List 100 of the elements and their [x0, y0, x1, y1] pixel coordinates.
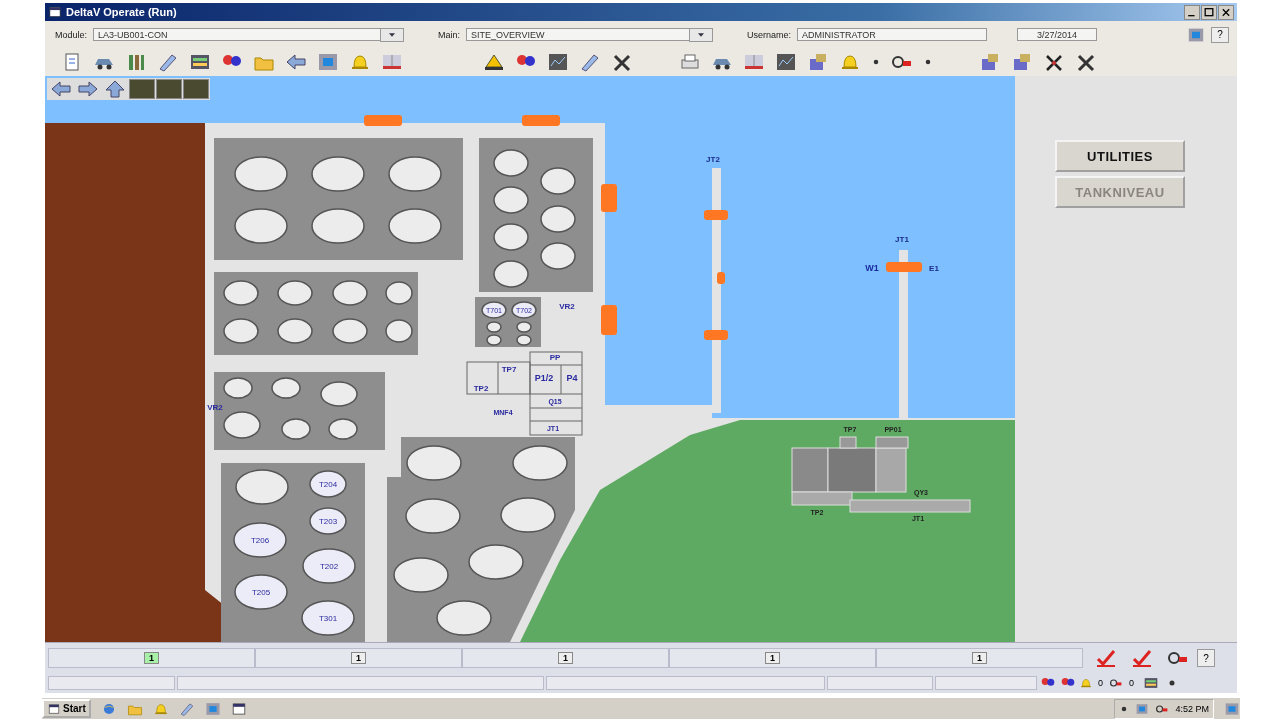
storage-tank[interactable]: [493, 260, 529, 288]
storage-tank[interactable]: [385, 281, 413, 305]
berth-marker[interactable]: [704, 330, 728, 340]
storage-tank[interactable]: [223, 280, 259, 306]
storage-tank[interactable]: [332, 318, 368, 344]
warning-icon[interactable]: [483, 52, 505, 72]
storage-tank[interactable]: [223, 377, 253, 399]
close-icon[interactable]: [1218, 4, 1234, 20]
screen-thumbnail[interactable]: [129, 79, 155, 99]
storage-tank[interactable]: [468, 544, 524, 580]
maximize-icon[interactable]: [1201, 4, 1217, 20]
chart-icon[interactable]: [547, 52, 569, 72]
monitor-icon[interactable]: [1187, 26, 1205, 43]
storage-tank[interactable]: [309, 470, 347, 498]
storage-tank[interactable]: [516, 321, 532, 333]
cube-icon[interactable]: [979, 52, 1001, 72]
berth-marker[interactable]: [364, 115, 402, 126]
storage-tank[interactable]: [511, 301, 537, 319]
storage-tank[interactable]: [309, 507, 347, 535]
storage-tank[interactable]: [388, 156, 442, 192]
berth-marker[interactable]: [601, 184, 617, 212]
berth-marker[interactable]: [522, 115, 560, 126]
bell-icon[interactable]: [1079, 677, 1093, 689]
storage-tank[interactable]: [385, 319, 413, 343]
minimize-icon[interactable]: [1184, 4, 1200, 20]
tools-icon[interactable]: [1075, 52, 1097, 72]
storage-tank[interactable]: [406, 445, 462, 481]
navigation-button[interactable]: UTILITIES: [1055, 140, 1185, 172]
storage-tank[interactable]: [277, 318, 313, 344]
cube-icon[interactable]: [1011, 52, 1033, 72]
printer-icon[interactable]: [679, 52, 701, 72]
berth-marker[interactable]: [704, 210, 728, 220]
cube-icon[interactable]: [807, 52, 829, 72]
berth-marker[interactable]: [886, 262, 922, 272]
storage-tank[interactable]: [512, 445, 568, 481]
pen-icon[interactable]: [178, 700, 195, 717]
storage-tank[interactable]: [233, 522, 287, 558]
start-button[interactable]: Start: [42, 699, 91, 718]
storage-tank[interactable]: [332, 280, 368, 306]
storage-tank[interactable]: [486, 321, 502, 333]
alarm-slot[interactable]: 1: [255, 648, 462, 668]
alarm-slot[interactable]: 1: [48, 648, 255, 668]
storage-tank[interactable]: [540, 167, 576, 195]
input-field[interactable]: ADMINISTRATOR: [797, 28, 988, 41]
storage-tank[interactable]: [281, 418, 311, 440]
storage-tank[interactable]: [271, 377, 301, 399]
map-label: E1: [929, 264, 939, 273]
storage-tank[interactable]: [234, 156, 288, 192]
storage-tank[interactable]: [500, 497, 556, 533]
storage-tank[interactable]: [486, 334, 502, 346]
arrow-left-icon[interactable]: [285, 52, 307, 72]
alarm-slot[interactable]: 1: [669, 648, 876, 668]
screen-thumbnail[interactable]: [183, 79, 209, 99]
storage-tank[interactable]: [436, 600, 492, 636]
storage-tank[interactable]: [540, 242, 576, 270]
storage-tank[interactable]: [301, 600, 355, 636]
counter: 0: [1128, 678, 1136, 688]
storage-tank[interactable]: [388, 208, 442, 244]
berth-marker[interactable]: [601, 305, 617, 335]
window-icon[interactable]: [230, 700, 247, 717]
dot-icon[interactable]: [923, 57, 933, 67]
screen-thumbnail[interactable]: [156, 79, 182, 99]
storage-tank[interactable]: [320, 381, 358, 407]
cross-icon[interactable]: [1043, 52, 1065, 72]
storage-tank[interactable]: [493, 149, 529, 177]
alarm-count: 1: [144, 652, 159, 664]
input-field[interactable]: LA3-UB001-CON: [93, 28, 382, 41]
berth-marker[interactable]: [717, 272, 725, 284]
help-button[interactable]: ?: [1197, 649, 1215, 667]
storage-tank[interactable]: [405, 498, 461, 534]
strip-icon[interactable]: [381, 52, 403, 72]
storage-tank[interactable]: [234, 208, 288, 244]
storage-tank[interactable]: [277, 280, 313, 306]
storage-tank[interactable]: [223, 411, 261, 439]
storage-tank[interactable]: [311, 156, 365, 192]
bell-icon[interactable]: [839, 52, 861, 72]
storage-tank[interactable]: [235, 469, 289, 505]
storage-tank[interactable]: [328, 418, 358, 440]
storage-tank[interactable]: [234, 574, 288, 610]
pen-icon[interactable]: [579, 52, 601, 72]
storage-tank[interactable]: [393, 557, 449, 593]
monitor-icon[interactable]: [317, 52, 339, 72]
storage-tank[interactable]: [223, 318, 259, 344]
tools-icon[interactable]: [611, 52, 633, 72]
storage-tank[interactable]: [516, 334, 532, 346]
dot-icon[interactable]: [871, 57, 881, 67]
bell-icon[interactable]: [349, 52, 371, 72]
input-field[interactable]: SITE_OVERVIEW: [466, 28, 691, 41]
storage-tank[interactable]: [311, 208, 365, 244]
storage-tank[interactable]: [540, 205, 576, 233]
storage-tank[interactable]: [481, 301, 507, 319]
storage-tank[interactable]: [302, 548, 356, 584]
storage-tank[interactable]: [493, 223, 529, 251]
alarm-slot[interactable]: 1: [876, 648, 1083, 668]
map-label: PP: [549, 353, 561, 362]
alarm-slot[interactable]: 1: [462, 648, 669, 668]
storage-tank[interactable]: [493, 186, 529, 214]
pen-icon[interactable]: [157, 52, 179, 72]
panel-icon[interactable]: [189, 52, 211, 72]
help-button[interactable]: ?: [1211, 26, 1229, 43]
